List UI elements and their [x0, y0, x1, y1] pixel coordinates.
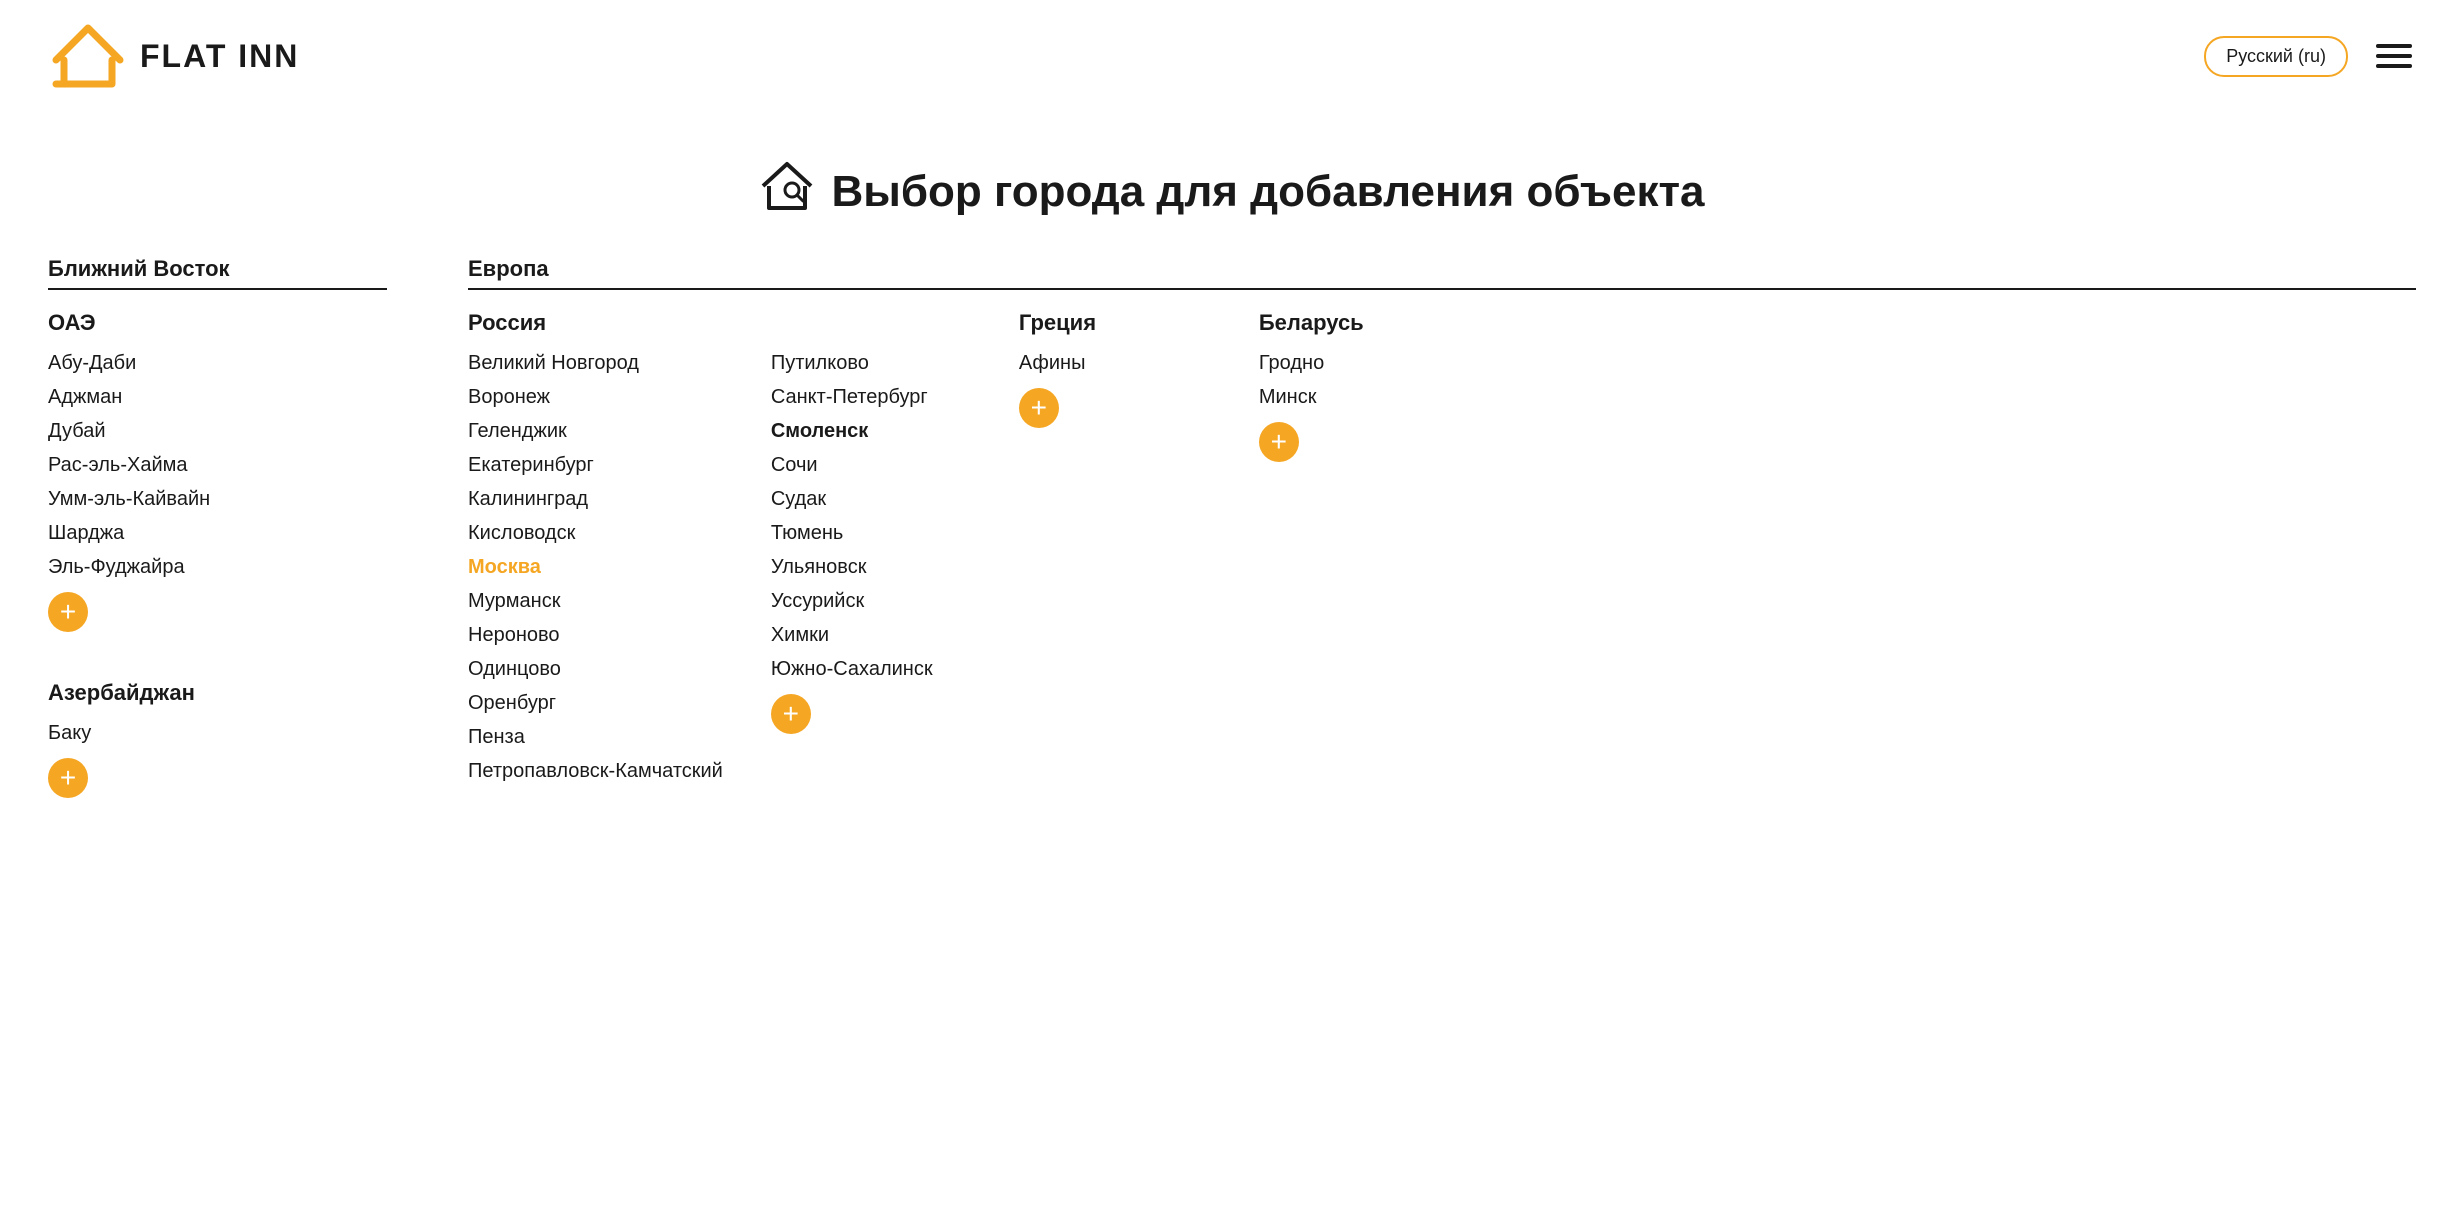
list-item[interactable]: Абу-Даби [48, 346, 210, 380]
list-item[interactable]: Умм-эль-Кайвайн [48, 482, 210, 516]
list-item[interactable]: Смоленск [771, 414, 971, 448]
header: FLAT INN Русский (ru) [0, 0, 2464, 112]
content: Ближний Восток ОАЭ Абу-Даби Аджман Дубай… [0, 256, 2464, 878]
azerbaijan-add-button[interactable]: + [48, 758, 88, 798]
list-item[interactable]: Екатеринбург [468, 448, 723, 482]
country-uae: ОАЭ Абу-Даби Аджман Дубай Рас-эль-Хайма … [48, 310, 210, 632]
hamburger-line-1 [2376, 44, 2412, 48]
list-item[interactable]: Ульяновск [771, 550, 971, 584]
belarus-add-button[interactable]: + [1259, 422, 1299, 462]
list-item[interactable]: Мурманск [468, 584, 723, 618]
belarus-name: Беларусь [1259, 310, 1419, 336]
europe-section: Европа Россия Великий Новгород Воронеж Г… [468, 256, 2416, 788]
greece-belarus-area: Греция Афины + Беларусь Гродно [1019, 310, 1419, 788]
russia-columns: Великий Новгород Воронеж Геленджик Екате… [468, 346, 971, 788]
list-item[interactable]: Пенза [468, 720, 723, 754]
list-item[interactable]: Химки [771, 618, 971, 652]
list-item[interactable]: Аджман [48, 380, 210, 414]
country-belarus: Беларусь Гродно Минск + [1259, 310, 1419, 462]
greece-name: Греция [1019, 310, 1179, 336]
azerbaijan-city-list: Баку [48, 716, 208, 750]
greece-city-list: Афины [1019, 346, 1179, 380]
europe-title: Европа [468, 256, 2416, 290]
middle-east-region: Ближний Восток ОАЭ Абу-Даби Аджман Дубай… [48, 256, 428, 830]
house-key-icon [759, 160, 815, 224]
russia-name: Россия [468, 310, 971, 336]
greece-add-button[interactable]: + [1019, 388, 1059, 428]
uae-city-list: Абу-Даби Аджман Дубай Рас-эль-Хайма Умм-… [48, 346, 210, 584]
list-item[interactable]: Гродно [1259, 346, 1419, 380]
list-item[interactable]: Санкт-Петербург [771, 380, 971, 414]
page-title: Выбор города для добавления объекта [48, 160, 2416, 224]
list-item[interactable]: Минск [1259, 380, 1419, 414]
list-item[interactable]: Уссурийск [771, 584, 971, 618]
list-item[interactable]: Великий Новгород [468, 346, 723, 380]
hamburger-line-2 [2376, 54, 2412, 58]
greece-belarus-row: Греция Афины + Беларусь Гродно [1019, 310, 1419, 462]
list-item[interactable]: Тюмень [771, 516, 971, 550]
russia-city-list-1: Великий Новгород Воронеж Геленджик Екате… [468, 346, 723, 788]
list-item[interactable]: Петропавловск-Камчатский [468, 754, 723, 788]
list-item[interactable]: Южно-Сахалинск [771, 652, 971, 686]
list-item[interactable]: Путилково [771, 346, 971, 380]
list-item[interactable]: Дубай [48, 414, 210, 448]
list-item[interactable]: Оренбург [468, 686, 723, 720]
list-item[interactable]: Геленджик [468, 414, 723, 448]
hamburger-line-3 [2376, 64, 2412, 68]
russia-col-2: Путилково Санкт-Петербург Смоленск Сочи … [771, 346, 971, 788]
list-item[interactable]: Москва [468, 550, 723, 584]
russia-col-1: Великий Новгород Воронеж Геленджик Екате… [468, 346, 723, 788]
hamburger-menu[interactable] [2372, 40, 2416, 72]
list-item[interactable]: Баку [48, 716, 208, 750]
list-item[interactable]: Калининград [468, 482, 723, 516]
list-item[interactable]: Нероново [468, 618, 723, 652]
page-title-text: Выбор города для добавления объекта [831, 167, 1704, 217]
list-item[interactable]: Воронеж [468, 380, 723, 414]
list-item[interactable]: Сочи [771, 448, 971, 482]
country-azerbaijan: Азербайджан Баку + [48, 680, 208, 798]
list-item[interactable]: Рас-эль-Хайма [48, 448, 210, 482]
russia-city-list-2: Путилково Санкт-Петербург Смоленск Сочи … [771, 346, 971, 686]
belarus-city-list: Гродно Минск [1259, 346, 1419, 414]
logo-area: FLAT INN [48, 16, 299, 96]
list-item[interactable]: Кисловодск [468, 516, 723, 550]
europe-region: Европа Россия Великий Новгород Воронеж Г… [428, 256, 2416, 830]
list-item[interactable]: Афины [1019, 346, 1179, 380]
country-russia: Россия Великий Новгород Воронеж Геленджи… [468, 310, 971, 788]
middle-east-title: Ближний Восток [48, 256, 387, 290]
middle-east-section: Ближний Восток ОАЭ Абу-Даби Аджман Дубай… [48, 256, 387, 798]
azerbaijan-name: Азербайджан [48, 680, 208, 706]
language-selector[interactable]: Русский (ru) [2204, 36, 2348, 77]
logo-text: FLAT INN [140, 38, 299, 75]
middle-east-countries: ОАЭ Абу-Даби Аджман Дубай Рас-эль-Хайма … [48, 310, 387, 798]
uae-name: ОАЭ [48, 310, 210, 336]
list-item[interactable]: Одинцово [468, 652, 723, 686]
country-greece: Греция Афины + [1019, 310, 1179, 462]
logo-icon [48, 16, 128, 96]
list-item[interactable]: Шарджа [48, 516, 210, 550]
russia-add-button[interactable]: + [771, 694, 811, 734]
page-title-section: Выбор города для добавления объекта [0, 112, 2464, 256]
regions-container: Ближний Восток ОАЭ Абу-Даби Аджман Дубай… [48, 256, 2416, 830]
uae-add-button[interactable]: + [48, 592, 88, 632]
list-item[interactable]: Судак [771, 482, 971, 516]
list-item[interactable]: Эль-Фуджайра [48, 550, 210, 584]
header-right: Русский (ru) [2204, 36, 2416, 77]
